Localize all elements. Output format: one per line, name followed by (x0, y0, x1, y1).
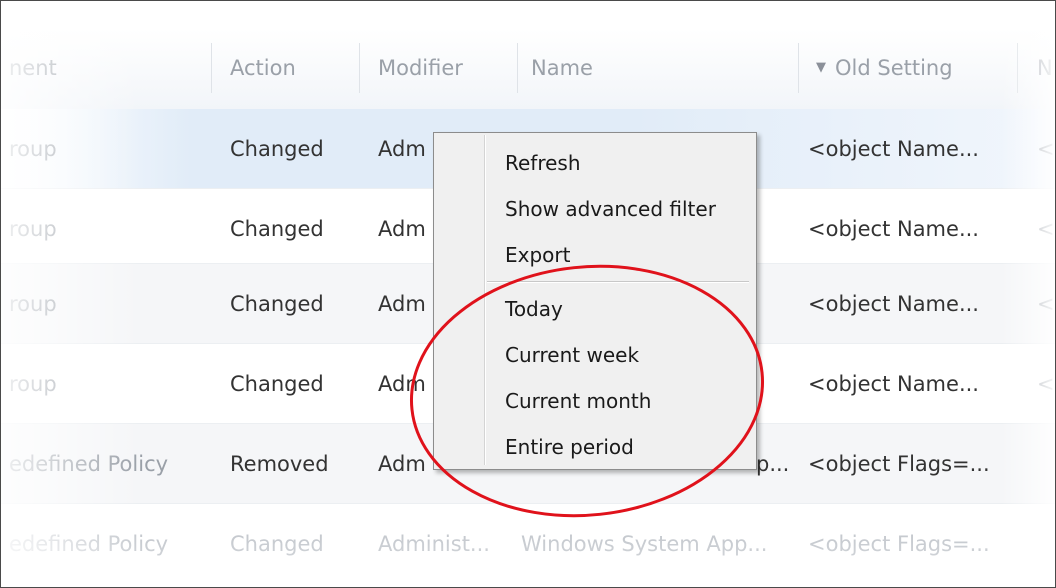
context-menu: Refresh Show advanced filter Export Toda… (433, 132, 757, 470)
cell-action: Changed (230, 372, 324, 396)
cell-new-setting: < (1037, 217, 1055, 241)
cell-old-setting: <object Flags=... (808, 452, 990, 476)
menu-item-current-week[interactable]: Current week (505, 333, 639, 377)
cell-component: edefined Policy (9, 532, 169, 556)
change-log-window: nent Action Modifier Name ▼ Old Setting … (0, 0, 1056, 588)
cell-action: Changed (230, 532, 324, 556)
cell-component: roup (9, 372, 57, 396)
column-divider[interactable] (211, 43, 212, 93)
cell-modifier: Adm (378, 452, 426, 476)
column-header-new-setting[interactable]: N (1037, 43, 1055, 93)
sort-descending-icon: ▼ (816, 60, 826, 75)
cell-component: roup (9, 217, 57, 241)
menu-item-export[interactable]: Export (505, 233, 570, 277)
cell-name: p... (756, 452, 790, 476)
menu-item-entire-period[interactable]: Entire period (505, 425, 634, 469)
cell-old-setting: <object Name... (808, 137, 979, 161)
column-header-modifier[interactable]: Modifier (378, 43, 508, 93)
cell-name: Windows System App... (521, 532, 768, 556)
cell-modifier: Adm (378, 137, 426, 161)
cell-new-setting: < (1037, 372, 1055, 396)
cell-modifier: Adm (378, 292, 426, 316)
column-header-name[interactable]: Name (531, 43, 791, 93)
cell-action: Removed (230, 452, 329, 476)
cell-old-setting: <object Name... (808, 217, 979, 241)
cell-old-setting: <object Flags=... (808, 532, 990, 556)
column-divider[interactable] (798, 43, 799, 93)
column-header-action[interactable]: Action (230, 43, 360, 93)
cell-action: Changed (230, 292, 324, 316)
column-divider[interactable] (517, 43, 518, 93)
column-header-old-setting[interactable]: Old Setting (835, 43, 1005, 93)
cell-new-setting: < (1037, 292, 1055, 316)
menu-separator-highlight (487, 282, 749, 283)
cell-component: roup (9, 292, 57, 316)
menu-item-today[interactable]: Today (505, 287, 563, 331)
cell-new-setting: < (1037, 137, 1055, 161)
cell-component: roup (9, 137, 57, 161)
cell-old-setting: <object Name... (808, 372, 979, 396)
column-header-component[interactable]: nent (9, 43, 199, 93)
column-divider[interactable] (1017, 43, 1018, 93)
cell-modifier: Administ... (378, 532, 490, 556)
cell-action: Changed (230, 217, 324, 241)
menu-icon-gutter-highlight (485, 135, 486, 465)
cell-action: Changed (230, 137, 324, 161)
column-divider[interactable] (359, 43, 360, 93)
cell-old-setting: <object Name... (808, 292, 979, 316)
menu-item-refresh[interactable]: Refresh (505, 141, 581, 185)
menu-item-current-month[interactable]: Current month (505, 379, 651, 423)
menu-item-show-advanced-filter[interactable]: Show advanced filter (505, 187, 716, 231)
cell-modifier: Adm (378, 372, 426, 396)
cell-component: edefined Policy (9, 452, 169, 476)
cell-modifier: Adm (378, 217, 426, 241)
